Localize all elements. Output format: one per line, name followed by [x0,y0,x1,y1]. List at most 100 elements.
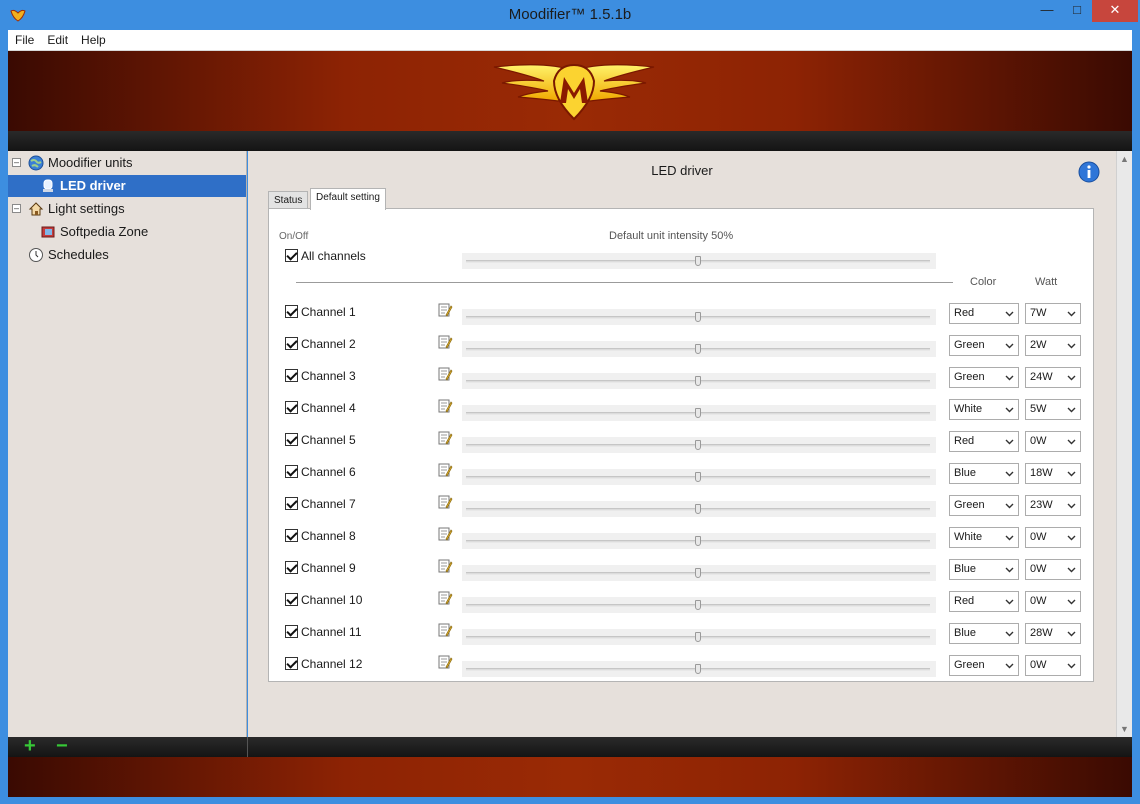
channel-color-select[interactable]: Blue [949,463,1019,484]
channel-watt-select[interactable]: 0W [1025,527,1081,548]
channel-checkbox[interactable] [285,625,298,638]
channel-checkbox[interactable] [285,337,298,350]
channel-color-select[interactable]: Red [949,303,1019,324]
tree-item-schedules[interactable]: Schedules [8,244,246,266]
channel-watt-select[interactable]: 23W [1025,495,1081,516]
slider-thumb[interactable] [695,256,701,266]
info-icon[interactable] [1078,161,1100,183]
channel-watt-select[interactable]: 18W [1025,463,1081,484]
channel-intensity-slider[interactable] [462,597,936,613]
note-edit-icon[interactable] [437,526,453,542]
tree-item-moodifier-units[interactable]: – Moodifier units [8,152,246,174]
tree-item-softpedia-zone[interactable]: Softpedia Zone [8,221,246,243]
channel-checkbox[interactable] [285,593,298,606]
channel-intensity-slider[interactable] [462,437,936,453]
note-edit-icon[interactable] [437,398,453,414]
channel-intensity-slider[interactable] [462,405,936,421]
channel-checkbox[interactable] [285,497,298,510]
vertical-scrollbar[interactable]: ▲ ▼ [1116,151,1132,737]
channel-watt-select[interactable]: 2W [1025,335,1081,356]
channel-color-select[interactable]: Green [949,335,1019,356]
close-button[interactable]: ✕ [1092,0,1138,22]
maximize-button[interactable]: □ [1062,0,1092,22]
channel-watt-select[interactable]: 0W [1025,431,1081,452]
channel-watt-select[interactable]: 0W [1025,559,1081,580]
channel-watt-select[interactable]: 0W [1025,591,1081,612]
channel-intensity-slider[interactable] [462,565,936,581]
channel-color-select[interactable]: Red [949,431,1019,452]
tree-label: Light settings [48,201,125,216]
note-edit-icon[interactable] [437,654,453,670]
all-channels-label: All channels [301,249,366,263]
channel-checkbox[interactable] [285,529,298,542]
menu-help[interactable]: Help [74,30,112,47]
channel-watt-select[interactable]: 0W [1025,655,1081,676]
channel-intensity-slider[interactable] [462,533,936,549]
channel-intensity-slider[interactable] [462,661,936,677]
slider-thumb[interactable] [695,632,701,642]
channel-color-select[interactable]: Green [949,655,1019,676]
channel-checkbox[interactable] [285,305,298,318]
tab-default-setting[interactable]: Default setting [310,188,386,210]
slider-thumb[interactable] [695,504,701,514]
collapse-icon[interactable]: – [12,158,21,167]
note-edit-icon[interactable] [437,302,453,318]
tree-item-led-driver[interactable]: LED driver [8,175,246,197]
channel-intensity-slider[interactable] [462,629,936,645]
all-channels-checkbox[interactable] [285,249,298,262]
menu-file[interactable]: File [8,30,40,47]
channel-intensity-slider[interactable] [462,309,936,325]
channel-color-select[interactable]: White [949,399,1019,420]
channel-checkbox[interactable] [285,657,298,670]
slider-thumb[interactable] [695,440,701,450]
slider-thumb[interactable] [695,664,701,674]
note-edit-icon[interactable] [437,462,453,478]
channel-watt-select[interactable]: 24W [1025,367,1081,388]
channel-intensity-slider[interactable] [462,341,936,357]
add-unit-button[interactable]: + [24,736,36,756]
slider-thumb[interactable] [695,536,701,546]
channel-checkbox[interactable] [285,369,298,382]
channel-color-select[interactable]: Red [949,591,1019,612]
channel-color-select[interactable]: Blue [949,623,1019,644]
collapse-icon[interactable]: – [12,204,21,213]
note-edit-icon[interactable] [437,622,453,638]
minimize-button[interactable]: — [1032,0,1062,22]
channel-color-select[interactable]: Blue [949,559,1019,580]
channel-intensity-slider[interactable] [462,501,936,517]
slider-thumb[interactable] [695,312,701,322]
slider-thumb[interactable] [695,472,701,482]
all-channels-intensity-slider[interactable] [462,253,936,269]
channel-color-select[interactable]: Green [949,495,1019,516]
slider-thumb[interactable] [695,376,701,386]
channel-watt-select[interactable]: 28W [1025,623,1081,644]
channel-label: Channel 6 [301,465,356,479]
note-edit-icon[interactable] [437,494,453,510]
channel-checkbox[interactable] [285,465,298,478]
note-edit-icon[interactable] [437,334,453,350]
channel-checkbox[interactable] [285,401,298,414]
note-edit-icon[interactable] [437,366,453,382]
channel-checkbox[interactable] [285,433,298,446]
menu-edit[interactable]: Edit [40,30,74,47]
note-edit-icon[interactable] [437,590,453,606]
scroll-down-icon[interactable]: ▼ [1120,724,1129,734]
note-edit-icon[interactable] [437,430,453,446]
channel-color-select[interactable]: White [949,527,1019,548]
slider-thumb[interactable] [695,600,701,610]
channel-watt-select[interactable]: 5W [1025,399,1081,420]
channel-watt-select[interactable]: 7W [1025,303,1081,324]
tree-item-light-settings[interactable]: – Light settings [8,198,246,220]
channel-color-select[interactable]: Green [949,367,1019,388]
channel-intensity-slider[interactable] [462,469,936,485]
channel-intensity-slider[interactable] [462,373,936,389]
slider-thumb[interactable] [695,344,701,354]
note-edit-icon[interactable] [437,558,453,574]
slider-thumb[interactable] [695,568,701,578]
channel-checkbox[interactable] [285,561,298,574]
remove-unit-button[interactable]: − [56,736,68,756]
channel-label: Channel 5 [301,433,356,447]
chevron-down-icon [1005,343,1014,349]
scroll-up-icon[interactable]: ▲ [1120,154,1129,164]
slider-thumb[interactable] [695,408,701,418]
